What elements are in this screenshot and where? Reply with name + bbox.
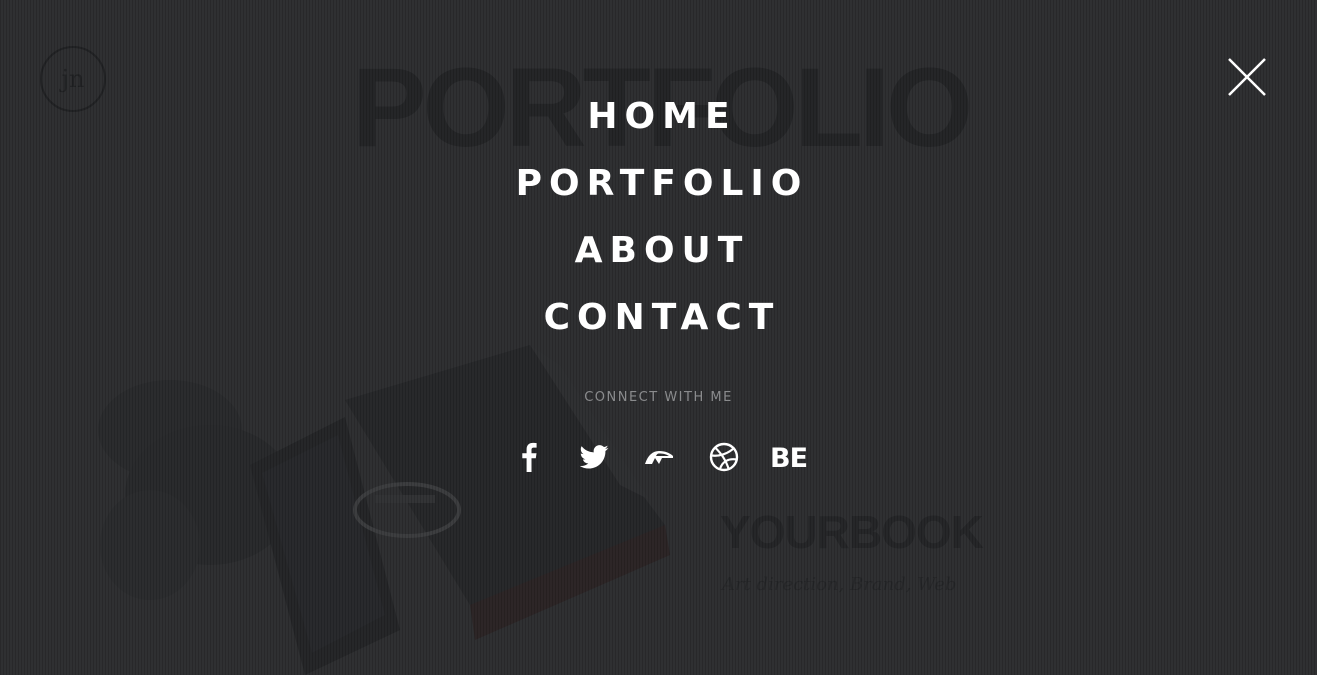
- facebook-icon: [521, 442, 537, 472]
- background-project-title: YOURBOOK: [720, 506, 984, 558]
- facebook-link[interactable]: [496, 438, 561, 476]
- twitter-icon: [579, 445, 608, 469]
- twitter-link[interactable]: [561, 438, 626, 476]
- main-menu: HOME PORTFOLIO ABOUT CONTACT: [0, 92, 1317, 360]
- behance-link[interactable]: BE: [756, 438, 821, 476]
- dribbble-link[interactable]: [691, 438, 756, 476]
- social-links: BE: [0, 438, 1317, 476]
- behance-icon: BE: [769, 442, 808, 474]
- menu-item-portfolio[interactable]: PORTFOLIO: [509, 159, 809, 226]
- background-project-subtitle: Art direction, Brand, Web: [722, 574, 957, 595]
- menu-item-contact[interactable]: CONTACT: [537, 293, 781, 360]
- menu-item-about[interactable]: ABOUT: [568, 226, 750, 293]
- deviantart-link[interactable]: [626, 438, 691, 476]
- menu-overlay-page: jn PORTFOLIO YOURBOOK Art direction, Bra…: [0, 0, 1317, 675]
- menu-item-home[interactable]: HOME: [580, 92, 736, 159]
- deviantart-icon: [644, 451, 673, 464]
- connect-label: CONNECT WITH ME: [584, 390, 733, 405]
- dribbble-icon: [709, 442, 738, 472]
